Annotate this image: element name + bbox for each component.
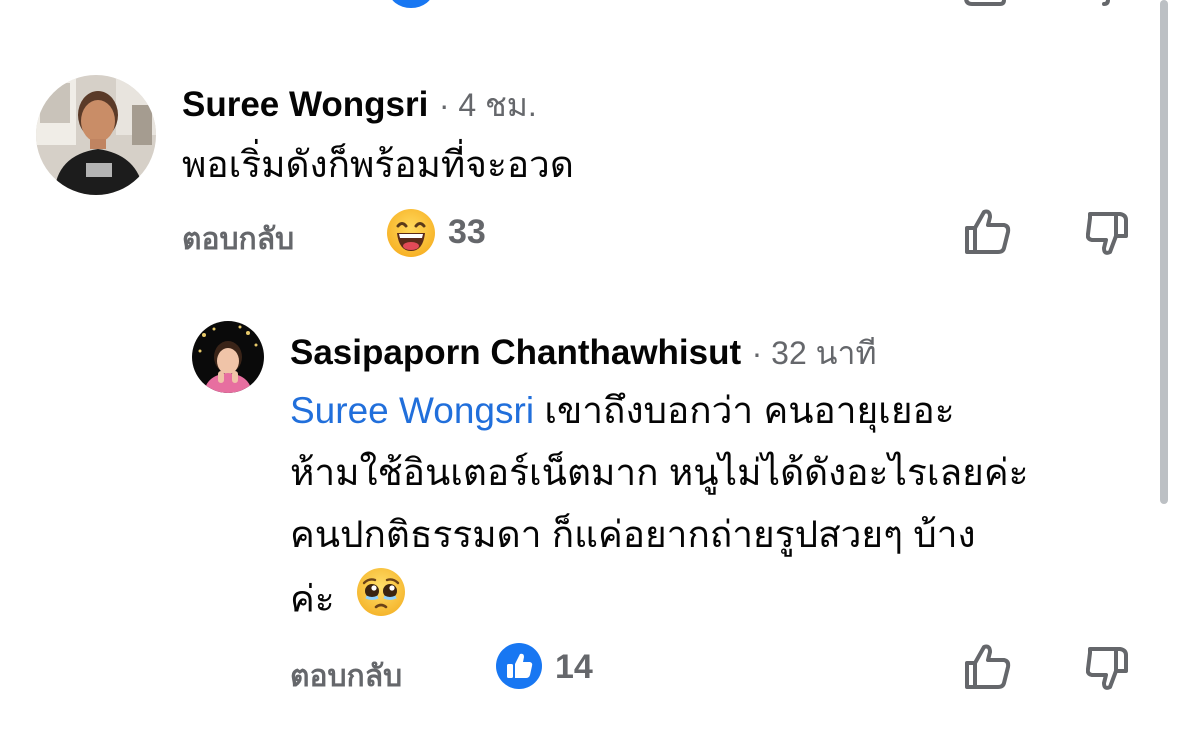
previous-reaction-icon (389, 0, 433, 8)
reply-text-line: คนปกติธรรมดา ก็แค่อยากถ่ายรูปสวยๆ บ้าง (290, 514, 976, 555)
reply-timestamp[interactable]: · 32 นาที (752, 335, 877, 371)
reply-author[interactable]: Sasipaporn Chanthawhisut (290, 333, 741, 372)
reaction-count[interactable]: 33 (448, 213, 486, 252)
laughing-emoji-icon[interactable] (386, 208, 436, 258)
comment-header: Suree Wongsri · 4 ชม. (182, 80, 537, 131)
reaction-count[interactable]: 14 (555, 648, 593, 687)
reply-header: Sasipaporn Chanthawhisut · 32 นาที (290, 328, 877, 379)
reply-text: Suree Wongsri เขาถึงบอกว่า คนอายุเยอะ ห้… (290, 380, 1150, 637)
avatar[interactable] (192, 321, 264, 393)
comment-author[interactable]: Suree Wongsri (182, 85, 428, 124)
previous-like-icon[interactable] (962, 0, 1008, 8)
like-icon[interactable] (962, 643, 1012, 691)
dislike-icon[interactable] (1086, 645, 1130, 693)
avatar[interactable] (36, 75, 156, 195)
reply-text-line: เขาถึงบอกว่า คนอายุเยอะ (534, 390, 955, 431)
scrollbar[interactable] (1160, 0, 1168, 504)
previous-dislike-icon[interactable] (1088, 0, 1128, 8)
like-reaction-icon[interactable] (495, 642, 543, 690)
reply-text-line: ค่ะ (290, 578, 335, 620)
reply-text-line: ห้ามใช้อินเตอร์เน็ตมาก หนูไม่ได้ดังอะไรเ… (290, 452, 1029, 493)
pleading-face-emoji-icon (355, 566, 407, 637)
comment-text: พอเริ่มดังก็พร้อมที่จะอวด (182, 144, 574, 185)
like-icon[interactable] (962, 208, 1012, 256)
reply-button[interactable]: ตอบกลับ (290, 653, 402, 700)
reply-button[interactable]: ตอบกลับ (182, 216, 294, 263)
mention-link[interactable]: Suree Wongsri (290, 390, 534, 431)
comment-timestamp[interactable]: · 4 ชม. (439, 87, 537, 123)
dislike-icon[interactable] (1086, 210, 1130, 258)
